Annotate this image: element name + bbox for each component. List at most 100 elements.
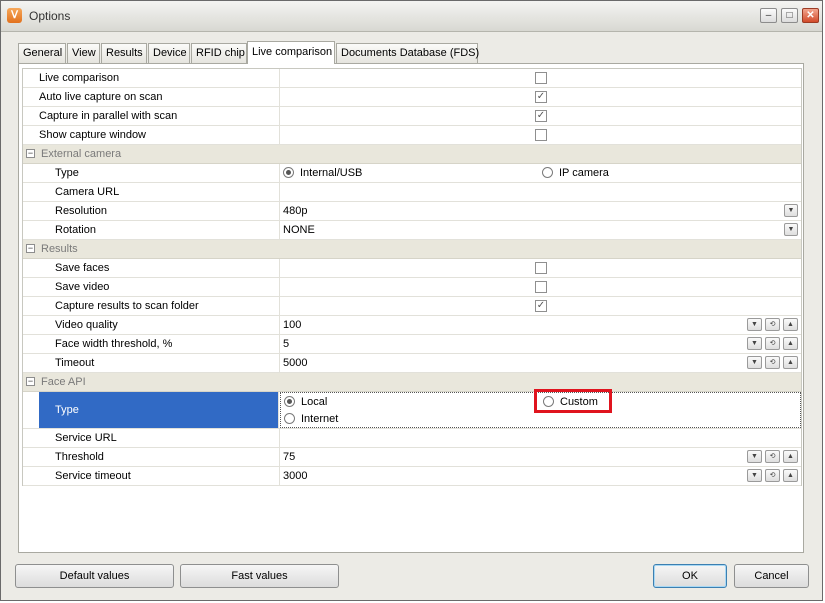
collapse-icon[interactable]: − [26,244,35,253]
options-window: ᐯ Options – □ ✕ General View Results Dev… [0,0,823,601]
spin-reset-icon[interactable]: ⟲ [765,450,780,463]
fast-values-button[interactable]: Fast values [180,564,339,588]
spin-reset-icon[interactable]: ⟲ [765,356,780,369]
tab-general[interactable]: General [18,43,66,63]
radio-local[interactable]: Local [284,393,327,411]
chevron-down-icon[interactable]: ▼ [784,223,798,236]
property-grid: Live comparison Auto live capture on sca… [22,68,802,486]
minimize-button[interactable]: – [760,8,777,23]
service-url-field[interactable] [280,429,801,447]
row-resolution: Resolution 480p ▼ [23,202,801,221]
spin-up-icon[interactable]: ▲ [783,318,798,331]
row-service-url: Service URL [23,429,801,448]
face-api-type-editor: Local Custom Internet [280,389,801,428]
service-url-label: Service URL [55,429,280,447]
collapse-icon[interactable]: − [26,377,35,386]
spin-down-icon[interactable]: ▼ [747,469,762,482]
shield-app-icon: ᐯ [7,8,22,23]
highlight-box [534,389,612,413]
save-faces-checkbox[interactable] [535,262,547,274]
cancel-button[interactable]: Cancel [734,564,809,588]
timeout-label: Timeout [55,354,280,372]
tab-view[interactable]: View [67,43,100,63]
row-timeout: Timeout 5000 ▼ ⟲ ▲ [23,354,801,373]
video-quality-field[interactable]: 100 ▼ ⟲ ▲ [280,316,801,334]
close-button[interactable]: ✕ [802,8,819,23]
spin-up-icon[interactable]: ▲ [783,337,798,350]
default-values-button[interactable]: Default values [15,564,174,588]
row-camera-url: Camera URL [23,183,801,202]
save-video-checkbox[interactable] [535,281,547,293]
face-width-label: Face width threshold, % [55,335,280,353]
live-comparison-panel: Live comparison Auto live capture on sca… [18,63,804,553]
row-face-api-type: Type Local Custom Internet [23,389,801,429]
tab-live-comparison[interactable]: Live comparison [247,41,335,64]
tab-results[interactable]: Results [101,43,147,63]
category-label: External camera [41,148,122,160]
show-capture-window-label: Show capture window [39,126,280,144]
face-api-type-label: Type [39,392,279,428]
resolution-label: Resolution [55,202,280,220]
live-comparison-checkbox[interactable] [535,72,547,84]
radio-selected-icon [284,396,295,407]
save-faces-label: Save faces [55,259,280,277]
spin-down-icon[interactable]: ▼ [747,356,762,369]
capture-to-folder-checkbox[interactable]: ✓ [535,300,547,312]
show-capture-window-checkbox[interactable] [535,129,547,141]
row-save-faces: Save faces [23,259,801,278]
row-threshold: Threshold 75 ▼ ⟲ ▲ [23,448,801,467]
tab-device[interactable]: Device [148,43,190,63]
tab-rfid-chip[interactable]: RFID chip [191,43,247,63]
camera-url-field[interactable] [280,183,801,201]
face-width-field[interactable]: 5 ▼ ⟲ ▲ [280,335,801,353]
category-label: Results [41,243,78,255]
radio-internal-usb[interactable]: Internal/USB [283,164,362,182]
spin-up-icon[interactable]: ▲ [783,450,798,463]
video-quality-label: Video quality [55,316,280,334]
category-face-api[interactable]: − Face API [23,373,801,392]
category-external-camera[interactable]: − External camera [23,145,801,164]
category-label: Face API [41,376,86,388]
window-title: Options [29,9,71,23]
capture-parallel-checkbox[interactable]: ✓ [535,110,547,122]
radio-selected-icon [283,167,294,178]
capture-to-folder-label: Capture results to scan folder [55,297,280,315]
radio-icon [542,167,553,178]
save-video-label: Save video [55,278,280,296]
spin-up-icon[interactable]: ▲ [783,356,798,369]
service-timeout-field[interactable]: 3000 ▼ ⟲ ▲ [280,467,801,485]
threshold-label: Threshold [55,448,280,466]
live-comparison-label: Live comparison [39,69,280,87]
spin-down-icon[interactable]: ▼ [747,450,762,463]
collapse-icon[interactable]: − [26,149,35,158]
maximize-button[interactable]: □ [781,8,798,23]
row-capture-to-folder: Capture results to scan folder ✓ [23,297,801,316]
radio-ip-camera[interactable]: IP camera [542,164,609,182]
capture-parallel-label: Capture in parallel with scan [39,107,280,125]
row-capture-parallel: Capture in parallel with scan ✓ [23,107,801,126]
radio-internet[interactable]: Internet [284,410,338,428]
auto-live-capture-label: Auto live capture on scan [39,88,280,106]
spin-reset-icon[interactable]: ⟲ [765,337,780,350]
spin-reset-icon[interactable]: ⟲ [765,469,780,482]
category-results[interactable]: − Results [23,240,801,259]
row-save-video: Save video [23,278,801,297]
chevron-down-icon[interactable]: ▼ [784,204,798,217]
row-face-width: Face width threshold, % 5 ▼ ⟲ ▲ [23,335,801,354]
threshold-field[interactable]: 75 ▼ ⟲ ▲ [280,448,801,466]
spin-up-icon[interactable]: ▲ [783,469,798,482]
resolution-select[interactable]: 480p ▼ [280,202,801,220]
auto-live-capture-checkbox[interactable]: ✓ [535,91,547,103]
tab-documents-database[interactable]: Documents Database (FDS) [336,43,479,63]
timeout-field[interactable]: 5000 ▼ ⟲ ▲ [280,354,801,372]
radio-icon [284,413,295,424]
spin-reset-icon[interactable]: ⟲ [765,318,780,331]
row-auto-live-capture: Auto live capture on scan ✓ [23,88,801,107]
rotation-select[interactable]: NONE ▼ [280,221,801,239]
spin-down-icon[interactable]: ▼ [747,318,762,331]
row-service-timeout: Service timeout 3000 ▼ ⟲ ▲ [23,467,801,486]
camera-type-label: Type [55,164,280,182]
spin-down-icon[interactable]: ▼ [747,337,762,350]
title-bar: ᐯ Options – □ ✕ [1,1,822,32]
ok-button[interactable]: OK [653,564,727,588]
